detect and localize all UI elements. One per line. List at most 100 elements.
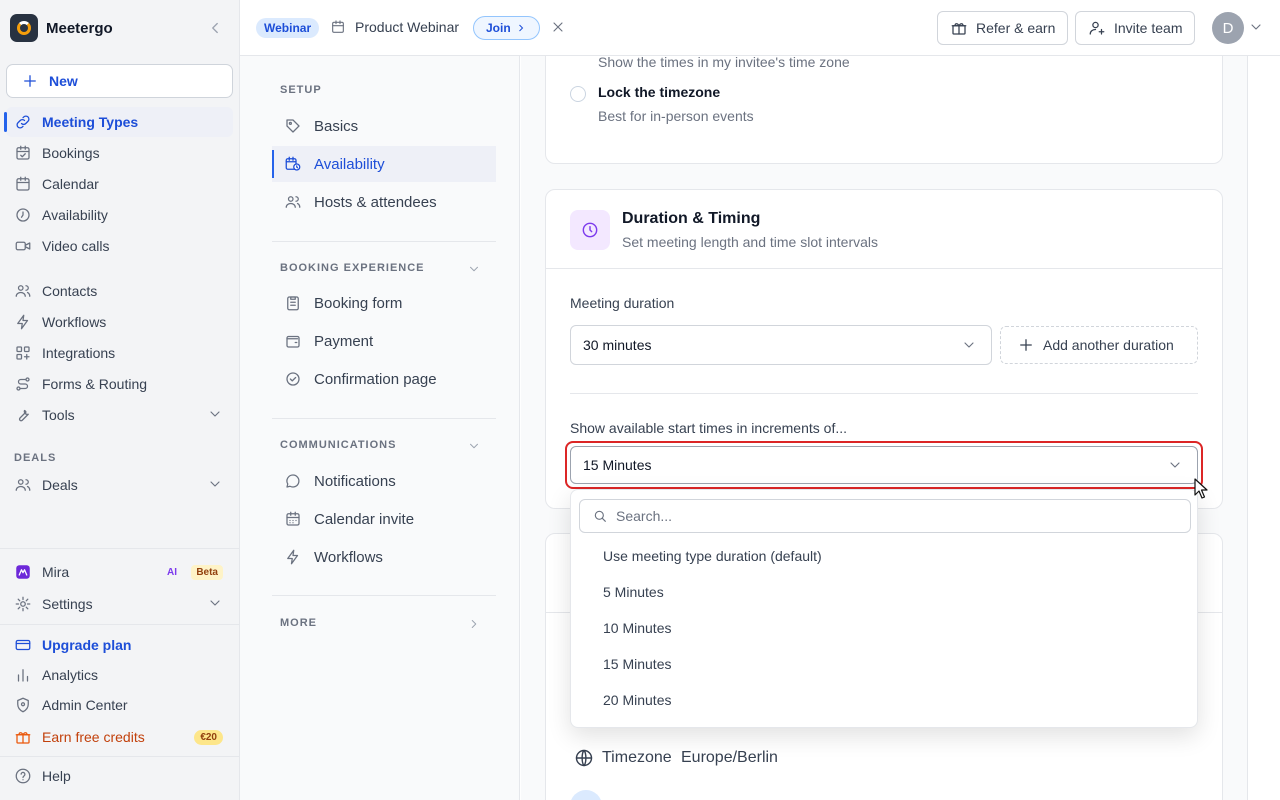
dropdown-option[interactable]: Use meeting type duration (default) <box>571 538 1197 574</box>
subnav-item-notifications[interactable]: Notifications <box>272 463 496 499</box>
subnav-item-label: Confirmation page <box>314 370 437 388</box>
join-button[interactable]: Join <box>473 16 540 40</box>
sidebar-item-admin-center[interactable]: Admin Center <box>6 690 233 720</box>
divider <box>546 268 1222 269</box>
section-label-communications: COMMUNICATIONS <box>280 439 397 451</box>
calendar-clock-icon <box>284 155 302 173</box>
sidebar-item-label: Deals <box>42 477 78 493</box>
divider <box>570 393 1198 394</box>
sidebar-item-earn-credits[interactable]: Earn free credits €20 <box>6 722 233 752</box>
brand[interactable]: Meetergo <box>10 14 230 42</box>
sidebar-item-label: Contacts <box>42 283 98 299</box>
sidebar-item-label: Video calls <box>42 238 110 254</box>
gear-icon <box>14 595 32 613</box>
chevron-down-icon[interactable] <box>467 262 485 280</box>
subnav-item-payment[interactable]: Payment <box>272 323 496 359</box>
chevron-down-icon[interactable] <box>1248 19 1266 37</box>
subnav-item-workflows[interactable]: Workflows <box>272 539 496 575</box>
close-icon[interactable] <box>550 19 568 37</box>
sidebar-item-label: Workflows <box>42 314 107 330</box>
subnav-item-label: Booking form <box>314 294 403 312</box>
duration-select[interactable]: 30 minutes <box>570 325 992 365</box>
divider <box>0 624 239 625</box>
subnav-item-calendar-invite[interactable]: Calendar invite <box>272 501 496 537</box>
sidebar-item-analytics[interactable]: Analytics <box>6 660 233 690</box>
add-duration-button[interactable]: Add another duration <box>1000 326 1198 364</box>
sidebar-item-video-calls[interactable]: Video calls <box>6 231 233 261</box>
divider <box>272 595 496 596</box>
new-button[interactable]: New <box>6 64 233 98</box>
divider <box>0 548 239 549</box>
sidebar-item-help[interactable]: Help <box>6 761 233 791</box>
sidebar-item-mira[interactable]: Mira AI Beta <box>6 557 233 587</box>
avatar <box>570 790 602 800</box>
subnav-item-label: Availability <box>314 155 385 173</box>
top-bar: Webinar Product Webinar Join Refer & ear… <box>240 0 1280 56</box>
dropdown-option[interactable]: 10 Minutes <box>571 610 1197 646</box>
bar-chart-icon <box>14 666 32 684</box>
chevron-right-icon[interactable] <box>467 617 485 635</box>
timezone-value[interactable]: Europe/Berlin <box>681 749 778 767</box>
sidebar-item-meeting-types[interactable]: Meeting Types <box>4 107 233 137</box>
sidebar-item-label: Earn free credits <box>42 729 145 745</box>
add-duration-label: Add another duration <box>1043 337 1174 353</box>
sidebar-item-label: Calendar <box>42 176 99 192</box>
users-icon <box>14 476 32 494</box>
users-icon <box>14 282 32 300</box>
sidebar-item-deals[interactable]: Deals <box>6 470 233 500</box>
sidebar-item-contacts[interactable]: Contacts <box>6 276 233 306</box>
dropdown-option[interactable]: 5 Minutes <box>571 574 1197 610</box>
subnav-item-basics[interactable]: Basics <box>272 108 496 144</box>
subnav-item-label: Calendar invite <box>314 510 415 528</box>
search-icon <box>592 508 608 524</box>
grid-plus-icon <box>14 344 32 362</box>
section-label-setup: SETUP <box>280 84 322 96</box>
subnav-item-confirmation-page[interactable]: Confirmation page <box>272 361 496 397</box>
clock-icon <box>580 220 600 240</box>
subnav-item-availability[interactable]: Availability <box>272 146 496 182</box>
subnav-item-label: Hosts & attendees <box>314 193 437 211</box>
lock-timezone-title: Lock the timezone <box>598 84 721 100</box>
chevron-down-icon <box>207 476 225 494</box>
subnav-item-booking-form[interactable]: Booking form <box>272 285 496 321</box>
dropdown-option[interactable]: 20 Minutes <box>571 682 1197 718</box>
sidebar-item-label: Admin Center <box>42 697 128 713</box>
settings-nav: SETUP Basics Availability Hosts & attend… <box>240 56 520 800</box>
refer-earn-button[interactable]: Refer & earn <box>937 11 1069 45</box>
dropdown-search[interactable] <box>579 499 1191 533</box>
gift-icon <box>950 19 968 37</box>
gift-icon <box>14 728 32 746</box>
dropdown-option[interactable]: 15 Minutes <box>571 646 1197 682</box>
sidebar-item-tools[interactable]: Tools <box>6 400 233 430</box>
sidebar-item-upgrade-plan[interactable]: Upgrade plan <box>6 630 233 660</box>
sidebar-item-label: Bookings <box>42 145 100 161</box>
invite-team-label: Invite team <box>1114 20 1183 36</box>
clipboard-icon <box>284 294 302 312</box>
chevron-left-icon[interactable] <box>206 19 224 37</box>
dropdown-search-input[interactable] <box>616 508 1176 524</box>
chevron-down-icon[interactable] <box>467 439 485 457</box>
sidebar-item-bookings[interactable]: Bookings <box>6 138 233 168</box>
chevron-down-icon <box>1167 457 1185 475</box>
sidebar-item-workflows[interactable]: Workflows <box>6 307 233 337</box>
meeting-type-title: Product Webinar <box>355 19 460 35</box>
card-icon <box>570 210 610 250</box>
sidebar-item-availability[interactable]: Availability <box>6 200 233 230</box>
subnav-item-hosts-attendees[interactable]: Hosts & attendees <box>272 184 496 220</box>
sidebar-item-settings[interactable]: Settings <box>6 589 233 619</box>
lock-timezone-radio[interactable] <box>570 86 586 102</box>
sidebar-item-forms-routing[interactable]: Forms & Routing <box>6 369 233 399</box>
sidebar-item-integrations[interactable]: Integrations <box>6 338 233 368</box>
avatar[interactable]: D <box>1212 12 1244 44</box>
section-label-deals: DEALS <box>14 452 57 464</box>
sidebar-item-label: Integrations <box>42 345 116 361</box>
calendar-check-icon <box>14 144 32 162</box>
increments-value: 15 Minutes <box>583 457 652 473</box>
sidebar-item-label: Forms & Routing <box>42 376 148 392</box>
divider <box>272 418 496 419</box>
sidebar-item-calendar[interactable]: Calendar <box>6 169 233 199</box>
invite-team-button[interactable]: Invite team <box>1075 11 1196 45</box>
increments-select[interactable]: 15 Minutes <box>570 446 1198 484</box>
refer-earn-label: Refer & earn <box>976 20 1056 36</box>
chevron-down-icon <box>207 406 225 424</box>
